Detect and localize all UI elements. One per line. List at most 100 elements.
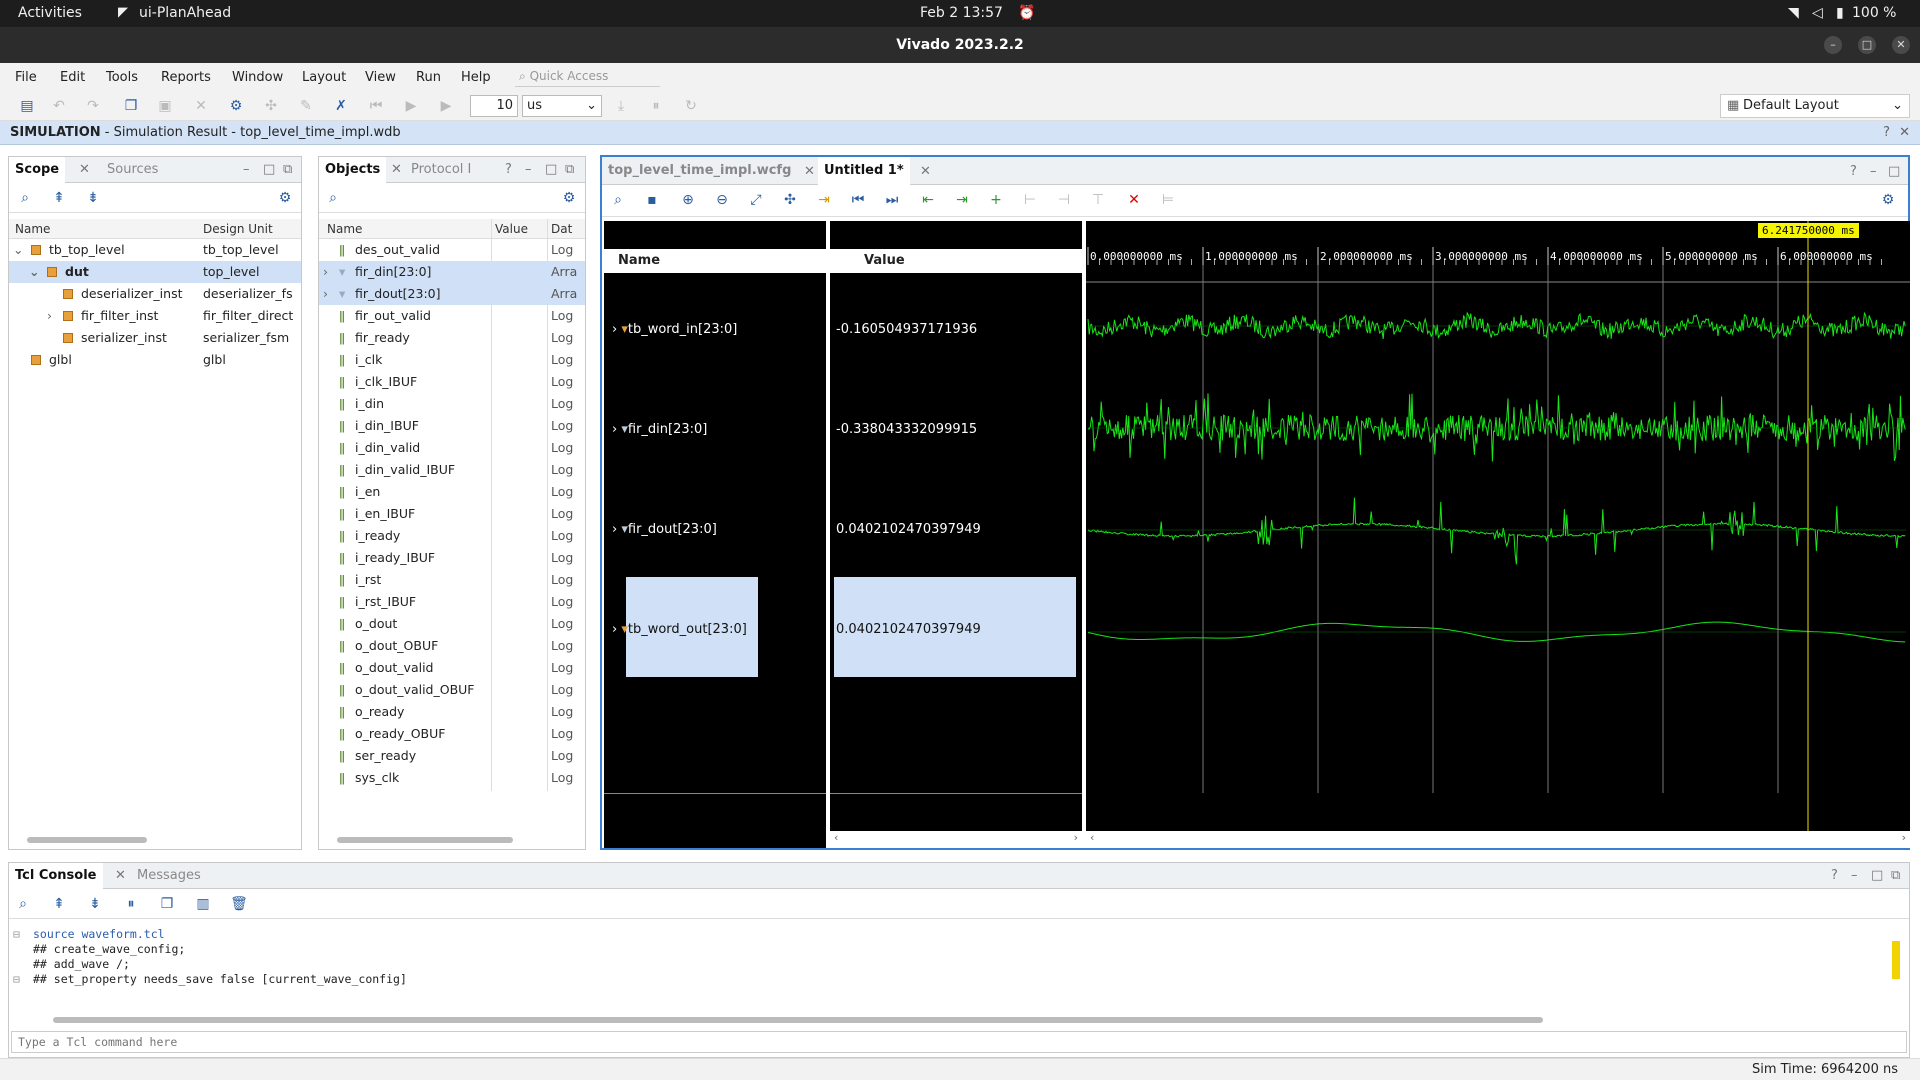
- menu-run[interactable]: Run: [416, 70, 441, 85]
- horizontal-scrollbar[interactable]: [11, 833, 299, 847]
- float-icon[interactable]: ⧉: [283, 162, 292, 177]
- prev-transition-icon[interactable]: ⇤: [918, 190, 938, 210]
- object-row[interactable]: ǁ i_rst_IBUF Log: [319, 591, 585, 613]
- object-row[interactable]: ǁ o_ready Log: [319, 701, 585, 723]
- relaunch-icon[interactable]: ↻: [680, 95, 702, 117]
- object-row[interactable]: ǁ i_en_IBUF Log: [319, 503, 585, 525]
- run-all-icon[interactable]: ▶: [400, 95, 422, 117]
- tab-sources[interactable]: Sources: [101, 157, 164, 183]
- gear-icon[interactable]: ⚙: [1878, 190, 1898, 210]
- menu-view[interactable]: View: [365, 70, 396, 85]
- close-icon[interactable]: ✕: [1899, 121, 1910, 145]
- fold-icon[interactable]: ⊟: [13, 972, 20, 987]
- console-hscrollbar[interactable]: [39, 1013, 1879, 1027]
- copy-icon[interactable]: ❐: [120, 95, 142, 117]
- help-icon[interactable]: ?: [1850, 164, 1857, 179]
- expand-all-icon[interactable]: ⇟: [83, 188, 103, 208]
- object-row[interactable]: ǁ i_din_valid Log: [319, 437, 585, 459]
- tab-wcfg[interactable]: top_level_time_impl.wcfg: [602, 157, 797, 185]
- collapse-all-icon[interactable]: ⇞: [49, 188, 69, 208]
- search-icon[interactable]: ⌕: [15, 188, 35, 208]
- goto-cursor-icon[interactable]: ⇥: [814, 190, 834, 210]
- edit-tool-icon[interactable]: ✎: [295, 95, 317, 117]
- scope-row[interactable]: serializer_inst serializer_fsm: [9, 327, 301, 349]
- chevron-right-icon[interactable]: ›: [323, 286, 328, 301]
- swap-cursors-icon[interactable]: ⊤: [1088, 190, 1108, 210]
- help-icon[interactable]: ?: [1883, 121, 1890, 145]
- zoom-cursor-icon[interactable]: ✣: [780, 190, 800, 210]
- column-name[interactable]: Name: [327, 222, 362, 236]
- wave-signal-row[interactable]: › ▾tb_word_out[23:0]: [612, 622, 747, 637]
- chevron-right-icon[interactable]: ›: [612, 622, 617, 637]
- object-row[interactable]: ǁ o_dout_valid_OBUF Log: [319, 679, 585, 701]
- scope-row[interactable]: ⌄ tb_top_level tb_top_level: [9, 239, 301, 261]
- chevron-right-icon[interactable]: ›: [612, 522, 617, 537]
- object-row[interactable]: ǁ i_rst Log: [319, 569, 585, 591]
- column-design-unit[interactable]: Design Unit: [203, 222, 273, 236]
- object-row[interactable]: ǁ des_out_valid Log: [319, 239, 585, 261]
- pause-output-icon[interactable]: ⏸: [121, 894, 141, 914]
- minimize-icon[interactable]: –: [1851, 868, 1858, 883]
- restart-icon[interactable]: ⏮: [365, 95, 387, 117]
- chevron-right-icon[interactable]: ›: [612, 322, 617, 337]
- run-tool-icon[interactable]: ✣: [260, 95, 282, 117]
- tab-untitled[interactable]: Untitled 1*: [818, 157, 910, 185]
- minimize-button[interactable]: –: [1824, 36, 1842, 54]
- scope-row[interactable]: ⌄ dut top_level: [9, 261, 301, 283]
- wave-signal-row[interactable]: › ▾fir_dout[23:0]: [612, 522, 717, 537]
- close-window-button[interactable]: ✕: [1892, 36, 1910, 54]
- scope-row[interactable]: glbl glbl: [9, 349, 301, 371]
- delete-marker-icon[interactable]: ✕: [1124, 190, 1144, 210]
- paste-icon[interactable]: ▣: [154, 95, 176, 117]
- chevron-down-icon[interactable]: ⌄: [29, 264, 39, 279]
- settings-icon[interactable]: ⚙: [225, 95, 247, 117]
- close-icon[interactable]: ✕: [804, 164, 815, 179]
- delete-icon[interactable]: ✕: [190, 95, 212, 117]
- close-icon[interactable]: ✕: [79, 162, 90, 177]
- prev-marker-icon[interactable]: ⊢: [1020, 190, 1040, 210]
- minimize-icon[interactable]: –: [1870, 164, 1877, 179]
- chevron-right-icon[interactable]: ›: [47, 308, 52, 323]
- wave-signal-row[interactable]: › ▾tb_word_in[23:0]: [612, 322, 737, 337]
- zoom-out-icon[interactable]: ⊖: [712, 190, 732, 210]
- app-menu[interactable]: ui-PlanAhead: [139, 5, 231, 21]
- object-row[interactable]: ǁ i_en Log: [319, 481, 585, 503]
- columns-icon[interactable]: ▥: [193, 894, 213, 914]
- close-icon[interactable]: ✕: [920, 164, 931, 179]
- layout-select[interactable]: ▦ Default Layout ⌄: [1720, 94, 1910, 118]
- minimize-icon[interactable]: –: [243, 162, 250, 177]
- object-row[interactable]: ǁ fir_out_valid Log: [319, 305, 585, 327]
- maximize-icon[interactable]: □: [1888, 164, 1900, 179]
- object-row[interactable]: ǁ i_clk Log: [319, 349, 585, 371]
- value-header[interactable]: Value: [830, 249, 1082, 273]
- activities-button[interactable]: Activities: [18, 5, 82, 21]
- next-transition-icon[interactable]: ⇥: [952, 190, 972, 210]
- gear-icon[interactable]: ⚙: [559, 188, 579, 208]
- copy-icon[interactable]: ❐: [157, 894, 177, 914]
- zoom-fit-icon[interactable]: ⤢: [746, 190, 766, 210]
- chevron-down-icon[interactable]: ⌄: [13, 242, 23, 257]
- object-row[interactable]: ǁ ser_ready Log: [319, 745, 585, 767]
- wave-scrollbar[interactable]: ‹ ›: [1086, 831, 1910, 848]
- tab-scope[interactable]: Scope: [9, 157, 66, 183]
- object-row[interactable]: › ▾ fir_dout[23:0] Arra: [319, 283, 585, 305]
- step-icon[interactable]: ⤓: [610, 95, 632, 117]
- horizontal-scrollbar[interactable]: [321, 833, 583, 847]
- help-icon[interactable]: ?: [505, 162, 512, 177]
- redo-icon[interactable]: ↷: [82, 95, 104, 117]
- menu-window[interactable]: Window: [232, 70, 283, 85]
- open-project-icon[interactable]: ▤: [16, 95, 38, 117]
- object-row[interactable]: ǁ i_din_IBUF Log: [319, 415, 585, 437]
- clock[interactable]: Feb 2 13:57: [920, 5, 1003, 21]
- close-icon[interactable]: ✕: [391, 162, 402, 177]
- goto-end-icon[interactable]: ⏭: [882, 190, 902, 210]
- object-row[interactable]: ǁ i_ready_IBUF Log: [319, 547, 585, 569]
- tab-messages[interactable]: Messages: [131, 863, 207, 889]
- wave-signal-row[interactable]: › ▾fir_din[23:0]: [612, 422, 707, 437]
- object-row[interactable]: ǁ i_din Log: [319, 393, 585, 415]
- run-for-icon[interactable]: ▶: [435, 95, 457, 117]
- object-row[interactable]: ǁ o_dout Log: [319, 613, 585, 635]
- close-icon[interactable]: ✕: [115, 868, 126, 883]
- search-icon[interactable]: ⌕: [608, 190, 628, 210]
- maximize-icon[interactable]: □: [263, 162, 275, 177]
